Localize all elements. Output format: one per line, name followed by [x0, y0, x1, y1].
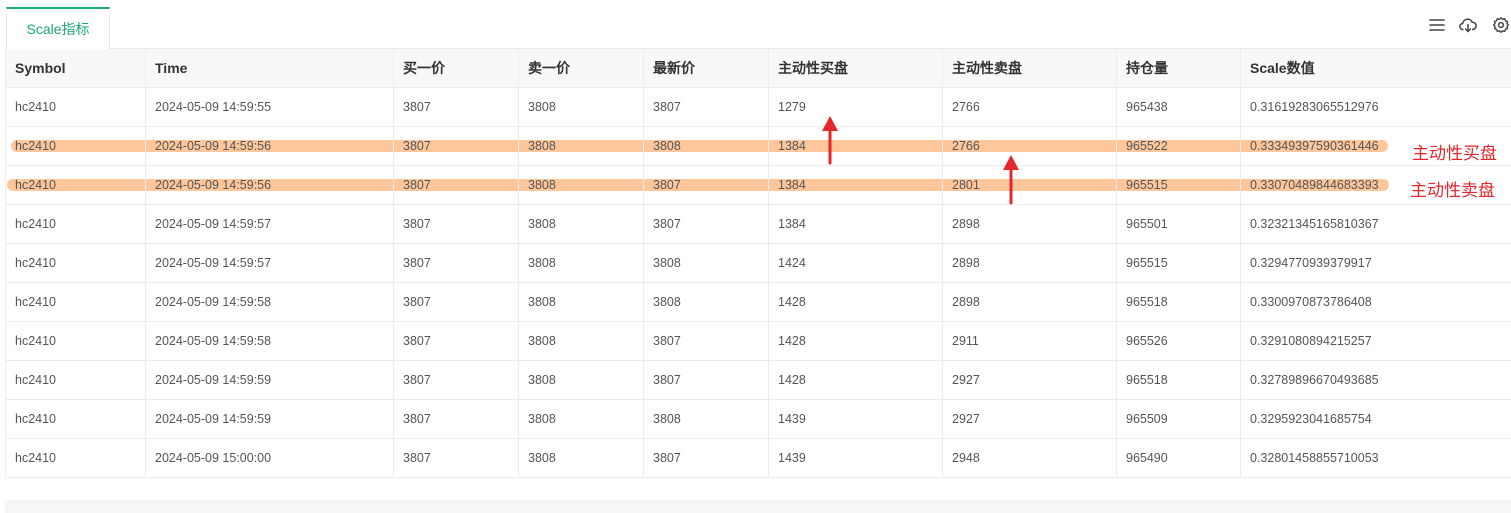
annotation-active-sell-label: 主动性卖盘 — [1410, 181, 1495, 201]
up-arrow-active-sell — [1003, 155, 1019, 205]
annotation-arrows — [822, 116, 1019, 205]
annotation-active-buy-label: 主动性买盘 — [1412, 144, 1497, 164]
up-arrow-active-buy — [822, 116, 838, 165]
